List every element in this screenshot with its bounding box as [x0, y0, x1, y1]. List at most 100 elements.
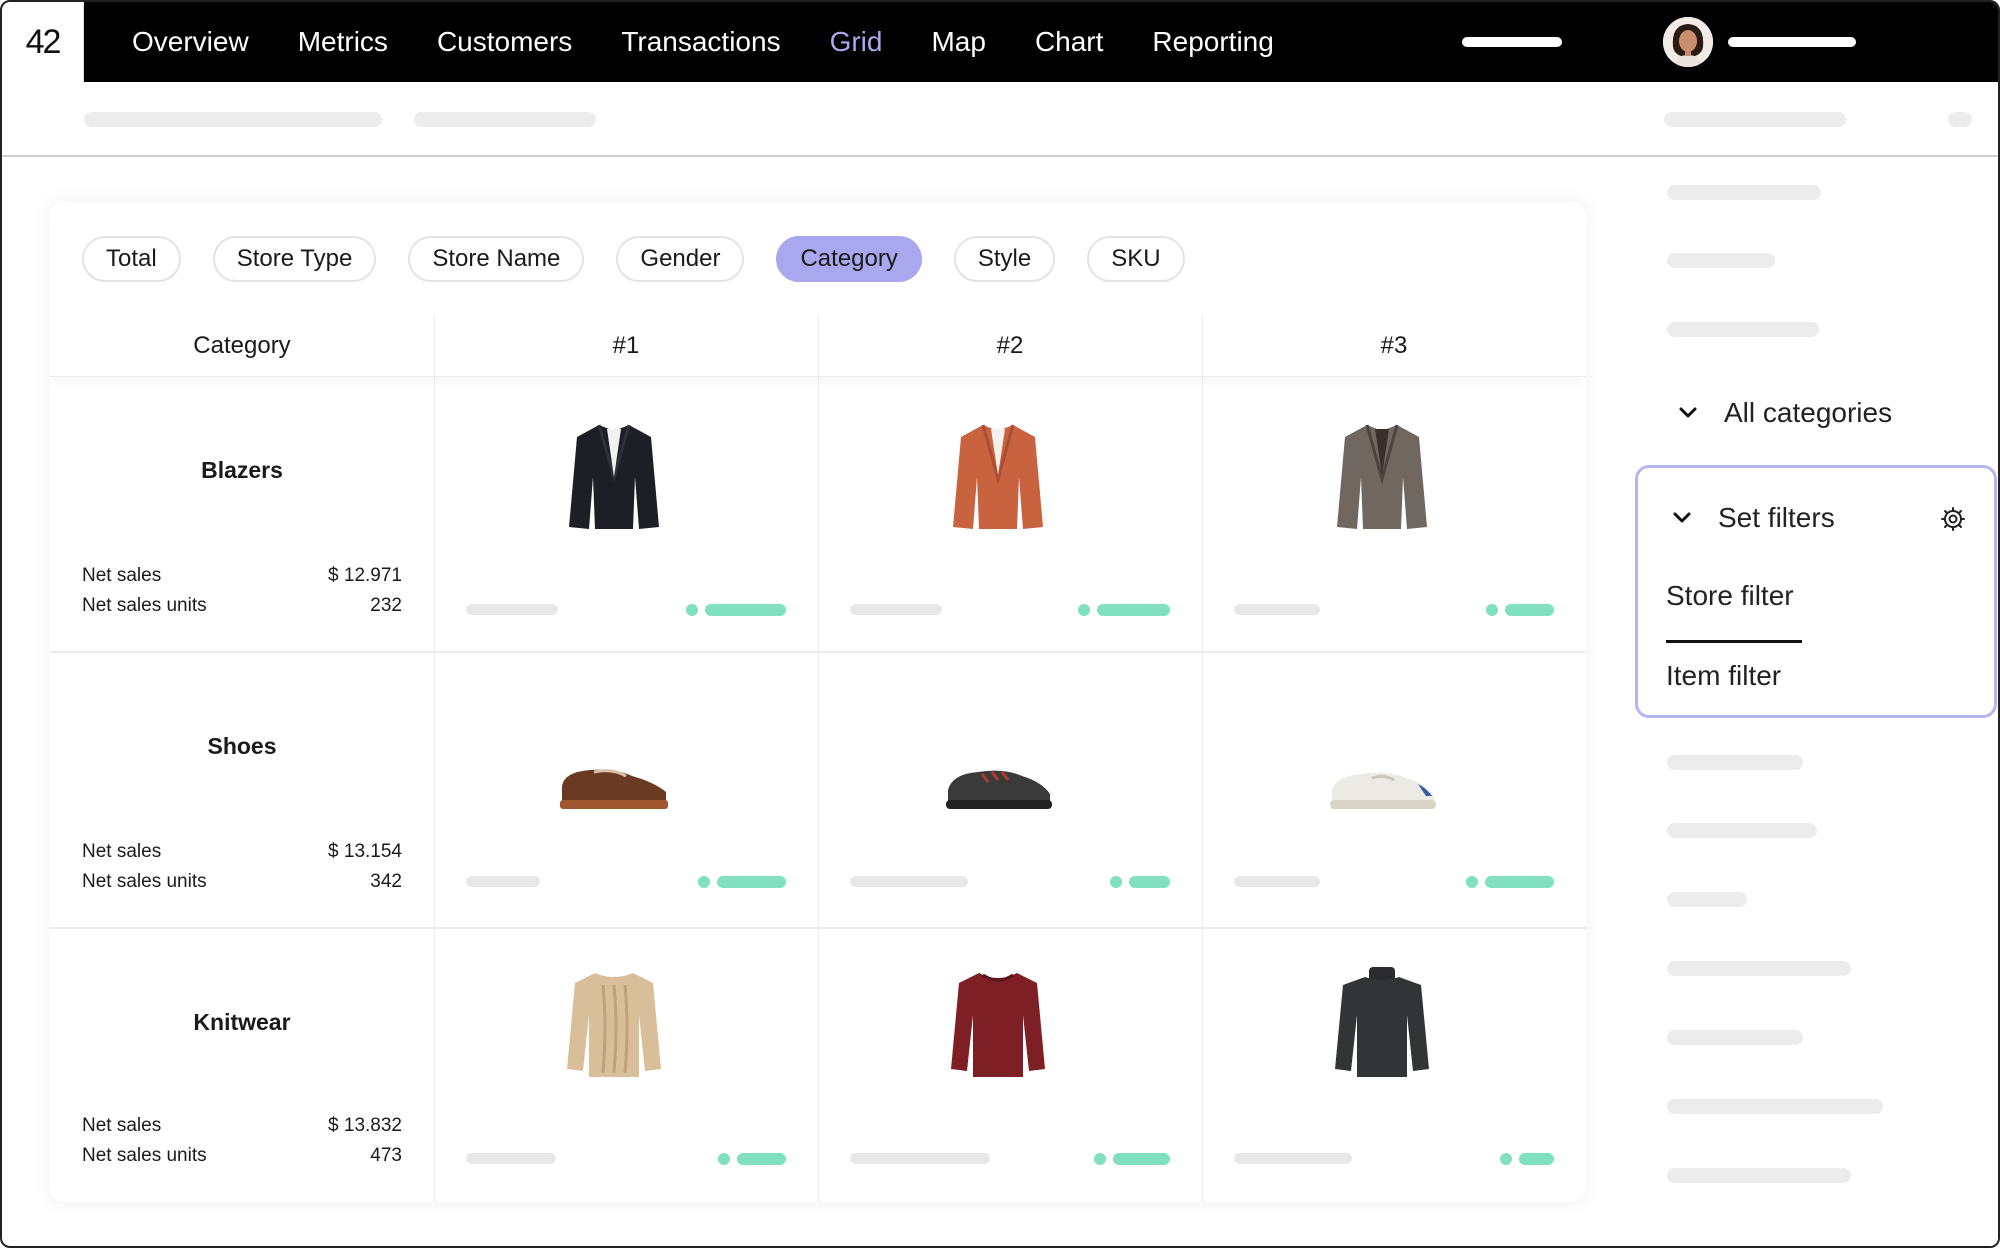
rust-blazer-image[interactable] — [938, 417, 1058, 537]
panel-placeholder — [1667, 892, 1747, 907]
trend-dot — [1078, 604, 1090, 616]
dark-sneaker-image[interactable] — [928, 723, 1068, 843]
app-window: 42 Overview Metrics Customers Transactio… — [0, 0, 2000, 1248]
trend-dot — [718, 1153, 730, 1165]
panel-placeholder — [1667, 322, 1819, 337]
tab-sku[interactable]: SKU — [1087, 236, 1185, 282]
active-filter-underline — [1666, 640, 1802, 643]
net-sales-metric: Net sales $ 13.154 — [82, 841, 402, 863]
trend-dot — [1466, 876, 1478, 888]
panel-placeholder — [1667, 1099, 1883, 1114]
shoe-icon — [560, 769, 668, 809]
chevron-down-icon — [1673, 512, 1691, 523]
column-header-rank-2: #2 — [996, 332, 1024, 359]
panel-placeholder — [1667, 755, 1803, 770]
net-sales-value: $ 13.154 — [328, 841, 402, 862]
store-filter-tab[interactable]: Store filter — [1666, 580, 1794, 612]
dark-blazer-image[interactable] — [554, 417, 674, 537]
all-categories-toggle[interactable]: All categories — [1676, 397, 1892, 429]
net-sales-units-label: Net sales units — [82, 595, 207, 616]
column-header-rank-3: #3 — [1380, 332, 1408, 359]
nav-item-metrics[interactable]: Metrics — [298, 26, 388, 58]
sneaker-icon — [1330, 772, 1436, 809]
product-name-placeholder — [850, 604, 942, 615]
nav-item-map[interactable]: Map — [931, 26, 985, 58]
net-sales-units-metric: Net sales units 342 — [82, 871, 402, 893]
dimension-tabs: Total Store Type Store Name Gender Categ… — [82, 236, 1217, 282]
avatar-portrait-icon — [1663, 17, 1713, 67]
product-name-placeholder — [1234, 604, 1320, 615]
filter-side-panel: All categories Set filters Store filter … — [1632, 157, 1998, 1246]
burgundy-sweater-image[interactable] — [938, 965, 1058, 1085]
trend-bar — [1485, 876, 1554, 888]
net-sales-value: $ 13.832 — [328, 1115, 402, 1136]
tab-total[interactable]: Total — [82, 236, 181, 282]
panel-placeholder — [1667, 185, 1821, 200]
net-sales-label: Net sales — [82, 841, 162, 862]
trend-bar — [1129, 876, 1170, 888]
header-action-placeholder — [1664, 112, 1846, 127]
grey-check-blazer-image[interactable] — [1322, 417, 1442, 537]
row-title-knitwear: Knitwear — [193, 1009, 291, 1035]
product-name-placeholder — [850, 1153, 990, 1164]
trend-dot — [1500, 1153, 1512, 1165]
nav-placeholder-pill[interactable] — [1462, 37, 1562, 47]
trend-dot — [1486, 604, 1498, 616]
tab-store-type[interactable]: Store Type — [212, 236, 377, 282]
nav-item-transactions[interactable]: Transactions — [621, 26, 780, 58]
blazer-icon — [1337, 424, 1427, 529]
brown-boat-shoe-image[interactable] — [544, 723, 684, 843]
set-filters-box: Set filters Store filter Item filter — [1635, 465, 1997, 718]
nav-item-chart[interactable]: Chart — [1035, 26, 1103, 58]
product-name-placeholder — [850, 876, 968, 887]
panel-placeholder — [1667, 961, 1851, 976]
app-logo[interactable]: 42 — [2, 2, 84, 82]
tab-style[interactable]: Style — [953, 236, 1056, 282]
breadcrumb-placeholder — [414, 112, 596, 127]
table-row: Shoes Net sales $ 13.154 Net sales units… — [50, 653, 1586, 929]
tab-gender[interactable]: Gender — [616, 236, 745, 282]
set-filters-toggle[interactable]: Set filters — [1670, 502, 1835, 534]
net-sales-metric: Net sales $ 13.832 — [82, 1115, 402, 1137]
row-title-blazers: Blazers — [201, 457, 283, 483]
trend-dot — [1094, 1153, 1106, 1165]
item-filter-tab[interactable]: Item filter — [1666, 660, 1781, 692]
white-sneaker-image[interactable] — [1312, 723, 1452, 843]
trend-bar — [737, 1153, 786, 1165]
gear-icon[interactable] — [1940, 506, 1966, 532]
sweater-icon — [951, 973, 1045, 1077]
tab-store-name[interactable]: Store Name — [408, 236, 585, 282]
net-sales-units-value: 473 — [370, 1145, 402, 1166]
trend-bar — [1097, 604, 1170, 616]
nav-item-reporting[interactable]: Reporting — [1152, 26, 1273, 58]
column-header-rank-1: #1 — [612, 332, 640, 359]
grid-card: Total Store Type Store Name Gender Categ… — [50, 202, 1586, 1202]
net-sales-metric: Net sales $ 12.971 — [82, 565, 402, 587]
nav-item-grid[interactable]: Grid — [830, 26, 883, 58]
product-name-placeholder — [1234, 876, 1320, 887]
product-name-placeholder — [1234, 1153, 1352, 1164]
trend-dot — [686, 604, 698, 616]
tab-category[interactable]: Category — [776, 236, 922, 282]
user-avatar[interactable] — [1663, 17, 1713, 67]
net-sales-units-value: 232 — [370, 595, 402, 616]
product-name-placeholder — [466, 876, 540, 887]
beige-cable-sweater-image[interactable] — [554, 965, 674, 1085]
product-name-placeholder — [466, 1153, 556, 1164]
nav-item-overview[interactable]: Overview — [132, 26, 249, 58]
charcoal-turtleneck-image[interactable] — [1322, 965, 1442, 1085]
net-sales-units-label: Net sales units — [82, 871, 207, 892]
net-sales-label: Net sales — [82, 565, 162, 586]
sweater-icon — [567, 973, 661, 1077]
blazer-icon — [569, 424, 659, 529]
nav-item-customers[interactable]: Customers — [437, 26, 572, 58]
net-sales-label: Net sales — [82, 1115, 162, 1136]
net-sales-units-metric: Net sales units 473 — [82, 1145, 402, 1167]
trend-dot — [1110, 876, 1122, 888]
chevron-down-icon — [1679, 407, 1697, 418]
panel-placeholder — [1667, 1168, 1851, 1183]
user-name-placeholder[interactable] — [1728, 37, 1856, 47]
row-title-shoes: Shoes — [207, 733, 277, 759]
trend-dot — [698, 876, 710, 888]
column-header-category: Category — [193, 332, 291, 359]
